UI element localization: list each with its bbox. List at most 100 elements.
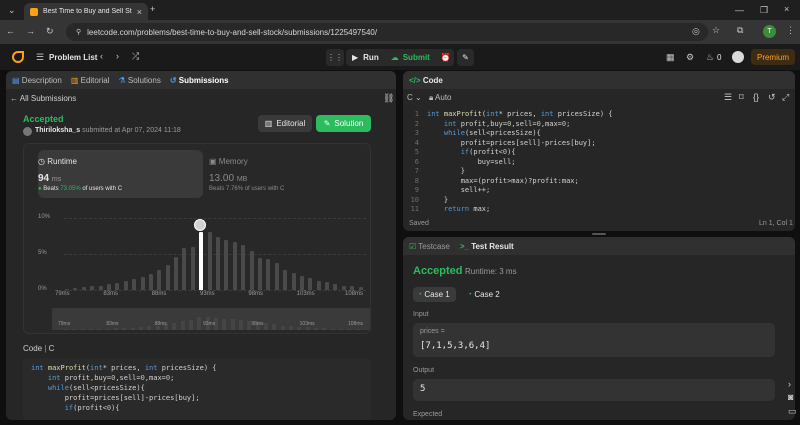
all-submissions-link[interactable]: ← All Submissions: [10, 94, 76, 103]
case-2-tab[interactable]: • Case 2: [463, 287, 506, 302]
site-info-icon[interactable]: ⚲: [76, 28, 81, 36]
distribution-bar[interactable]: [132, 279, 137, 290]
distribution-bar[interactable]: [81, 287, 86, 290]
settings-gear-icon[interactable]: ⚙: [686, 52, 694, 63]
distribution-bar[interactable]: [341, 285, 346, 290]
tab-menu-icon[interactable]: ⌄: [8, 5, 16, 16]
distribution-bar[interactable]: [224, 240, 229, 290]
distribution-bar[interactable]: [241, 244, 246, 290]
tab-testcase[interactable]: ☑ Testcase: [409, 242, 450, 251]
distribution-bar[interactable]: [182, 247, 187, 290]
browser-tab[interactable]: Best Time to Buy and Sell Stock ×: [24, 3, 148, 20]
leetcode-logo-icon[interactable]: [12, 51, 24, 63]
address-bar[interactable]: ⚲ leetcode.com/problems/best-time-to-buy…: [66, 23, 708, 41]
distribution-bar[interactable]: [165, 264, 170, 290]
layout-icon[interactable]: ▦: [666, 52, 675, 63]
premium-button[interactable]: Premium: [751, 49, 795, 65]
code-editor[interactable]: 1 int maxProfit(int* prices, int pricesSi…: [405, 110, 793, 216]
share-link-icon[interactable]: ⛓: [383, 93, 394, 104]
distribution-bar[interactable]: [291, 272, 296, 290]
new-tab-icon[interactable]: +: [150, 4, 155, 14]
camera-icon[interactable]: ◙: [788, 392, 793, 402]
distribution-bar[interactable]: [106, 284, 111, 290]
auto-mode[interactable]: 🔒︎ Auto: [429, 93, 452, 103]
minimize-icon[interactable]: —: [735, 5, 744, 15]
submitter-name[interactable]: Thiriloksha_s: [35, 127, 80, 134]
distribution-bar[interactable]: [266, 259, 271, 290]
back-icon[interactable]: ←: [6, 26, 15, 36]
submit-button[interactable]: Submit: [403, 53, 430, 62]
editorial-button[interactable]: ▥ Editorial: [258, 115, 312, 132]
distribution-bar[interactable]: [123, 280, 128, 290]
run-button[interactable]: Run: [363, 53, 379, 62]
tab-submissions[interactable]: ↺ Submissions: [170, 76, 229, 85]
chart-range-minimap[interactable]: 79ms 83ms 88ms 93ms 98ms 103ms 108ms: [52, 308, 370, 330]
runtime-distribution-chart[interactable]: [64, 218, 366, 290]
distribution-bar[interactable]: [257, 257, 262, 290]
next-problem-icon[interactable]: ›: [116, 51, 119, 61]
side-expand-icon[interactable]: ›: [788, 379, 791, 389]
distribution-bar[interactable]: [148, 274, 153, 290]
solution-button[interactable]: ✎ Solution: [316, 115, 371, 132]
problem-list-link[interactable]: Problem List: [49, 53, 97, 62]
bookmark-star-icon[interactable]: ☆: [712, 25, 720, 36]
distribution-bar[interactable]: [73, 287, 78, 290]
braces-icon[interactable]: {}: [753, 92, 759, 102]
distribution-bar[interactable]: [190, 246, 195, 290]
format-icon[interactable]: ☰: [724, 92, 732, 103]
notes-icon[interactable]: ✎: [457, 49, 474, 66]
close-icon[interactable]: ×: [137, 7, 142, 17]
distribution-bar[interactable]: [90, 286, 95, 290]
distribution-bar[interactable]: [249, 251, 254, 290]
streak-fire-icon[interactable]: ♨: [706, 52, 714, 63]
tab-editorial[interactable]: ▥ Editorial: [71, 76, 110, 85]
distribution-bar[interactable]: [316, 280, 321, 290]
editor-line: 10 }: [410, 195, 449, 204]
distribution-bar[interactable]: [308, 278, 313, 290]
distribution-bar[interactable]: [274, 262, 279, 290]
maximize-icon[interactable]: ❐: [760, 5, 768, 16]
distribution-bar[interactable]: [65, 288, 69, 290]
alarm-icon[interactable]: ⏰: [437, 49, 454, 66]
distribution-bar[interactable]: [174, 256, 179, 290]
distribution-bar[interactable]: [216, 237, 220, 290]
eye-off-icon[interactable]: ◎: [692, 26, 700, 37]
submitted-code-block[interactable]: int maxProfit(int* prices, int pricesSiz…: [23, 358, 371, 420]
distribution-bar[interactable]: [98, 285, 103, 290]
screenshot-icon[interactable]: ▭: [788, 406, 797, 417]
debug-icon[interactable]: ⋮⋮: [326, 49, 344, 66]
bookmark-icon[interactable]: ⌑: [739, 92, 744, 103]
distribution-bar[interactable]: [283, 269, 288, 290]
distribution-bar[interactable]: [232, 241, 237, 290]
forward-icon[interactable]: →: [26, 26, 35, 36]
shuffle-icon[interactable]: ⤮: [132, 51, 139, 62]
more-menu-icon[interactable]: ⋮: [786, 25, 795, 36]
memory-label[interactable]: ▣ Memory: [209, 157, 248, 166]
distribution-bar[interactable]: [299, 276, 304, 290]
prev-problem-icon[interactable]: ‹: [100, 51, 103, 61]
distribution-bar[interactable]: [207, 231, 212, 290]
profile-avatar[interactable]: T: [763, 25, 776, 38]
distribution-bar[interactable]: [358, 287, 363, 290]
editor-line: 9 sell++;: [414, 186, 491, 194]
reload-icon[interactable]: ↻: [46, 26, 54, 37]
case-1-tab[interactable]: • Case 1: [413, 287, 456, 302]
tab-description[interactable]: ▤ Description: [12, 76, 62, 85]
distribution-bar[interactable]: [325, 282, 330, 290]
reset-icon[interactable]: ↺: [768, 92, 776, 103]
close-window-icon[interactable]: ×: [784, 4, 789, 14]
tab-solutions[interactable]: ⚗ Solutions: [119, 76, 161, 85]
language-select[interactable]: C ⌄: [407, 93, 422, 102]
panel-resize-handle[interactable]: [592, 233, 606, 235]
extensions-icon[interactable]: ⧉: [737, 25, 743, 36]
fullscreen-icon[interactable]: ⤢: [782, 92, 789, 103]
runtime-card[interactable]: ◷ Runtime 94 ms ● Beats 73.05% of users …: [38, 150, 203, 198]
distribution-bar[interactable]: [350, 286, 355, 290]
distribution-bar[interactable]: [115, 282, 120, 290]
highlighted-bar[interactable]: [199, 232, 204, 290]
distribution-bar[interactable]: [333, 284, 338, 290]
distribution-bar[interactable]: [157, 269, 162, 290]
distribution-bar[interactable]: [140, 277, 145, 290]
user-avatar[interactable]: [732, 51, 744, 63]
tab-test-result[interactable]: >_ Test Result: [460, 242, 514, 251]
